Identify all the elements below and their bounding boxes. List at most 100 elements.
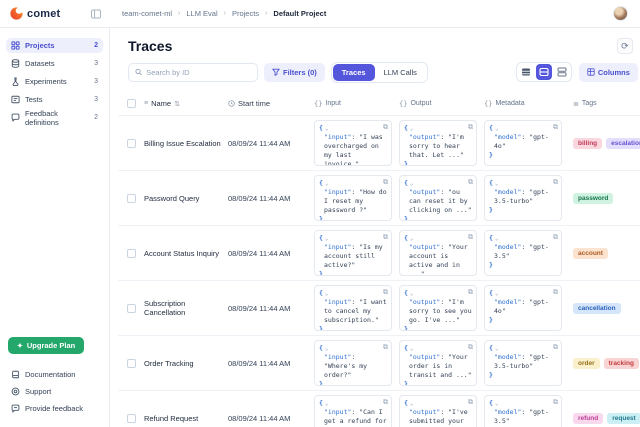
copy-icon[interactable]: ⧉: [468, 288, 473, 297]
expand-chevron-icon[interactable]: ⌄: [410, 345, 414, 352]
expand-chevron-icon[interactable]: ⌄: [495, 235, 499, 242]
output-json-preview[interactable]: ⧉ {⌄ "output""I'm sorry to hear that. Le…: [399, 120, 477, 166]
table-row[interactable]: Refund Request 08/09/24 11:44 AM ⧉ {⌄ "i…: [118, 391, 640, 427]
sort-icon[interactable]: ⇅: [174, 100, 180, 108]
tab-traces[interactable]: Traces: [333, 64, 375, 81]
filters-button[interactable]: Filters (0): [264, 63, 325, 82]
column-header-name[interactable]: ≡ Name ⇅: [144, 99, 228, 108]
expand-chevron-icon[interactable]: ⌄: [325, 290, 329, 297]
tag-chip[interactable]: billing: [573, 138, 602, 149]
input-json-preview[interactable]: ⧉ {⌄ "input""How do I reset my password …: [314, 175, 392, 221]
column-header-metadata[interactable]: {} Metadata: [484, 100, 569, 108]
search-input[interactable]: [146, 68, 251, 77]
input-json-preview[interactable]: ⧉ {⌄ "input""Is my account still active?…: [314, 230, 392, 276]
tag-chip[interactable]: order: [573, 358, 600, 369]
output-json-preview[interactable]: ⧉ {⌄ "output""Your account is active and…: [399, 230, 477, 276]
expand-chevron-icon[interactable]: ⌄: [495, 400, 499, 407]
user-avatar[interactable]: [613, 6, 628, 21]
expand-chevron-icon[interactable]: ⌄: [325, 235, 329, 242]
column-header-output[interactable]: {} Output: [399, 100, 484, 108]
row-checkbox[interactable]: [127, 359, 136, 368]
output-json-preview[interactable]: ⧉ {⌄ "output""ou can reset it by clickin…: [399, 175, 477, 221]
sidebar-item-support[interactable]: Support: [6, 383, 103, 400]
expand-chevron-icon[interactable]: ⌄: [410, 180, 414, 187]
metadata-json-preview[interactable]: ⧉ {⌄ "model""gpt-3.5-turbo" }: [484, 175, 562, 221]
metadata-json-preview[interactable]: ⧉ {⌄ "model""gpt-3.5-turbo" }: [484, 340, 562, 386]
table-row[interactable]: Account Status Inquiry 08/09/24 11:44 AM…: [118, 226, 640, 281]
copy-icon[interactable]: ⧉: [553, 288, 558, 297]
copy-icon[interactable]: ⧉: [383, 123, 388, 132]
output-json-preview[interactable]: ⧉ {⌄ "output""Your order is in transit a…: [399, 340, 477, 386]
copy-icon[interactable]: ⧉: [383, 288, 388, 297]
row-checkbox[interactable]: [127, 194, 136, 203]
table-row[interactable]: Subscription Cancellation 08/09/24 11:44…: [118, 281, 640, 336]
tag-chip[interactable]: escalation: [606, 138, 640, 149]
copy-icon[interactable]: ⧉: [383, 398, 388, 407]
column-header-tags[interactable]: ≣ Tags: [569, 100, 640, 108]
breadcrumb-llm-eval[interactable]: LLM Eval: [186, 9, 217, 18]
tag-chip[interactable]: password: [573, 193, 613, 204]
upgrade-plan-button[interactable]: ✦ Upgrade Plan: [8, 337, 84, 354]
row-checkbox[interactable]: [127, 249, 136, 258]
row-checkbox[interactable]: [127, 304, 136, 313]
sidebar-item-datasets[interactable]: Datasets 3: [6, 56, 103, 71]
copy-icon[interactable]: ⧉: [383, 233, 388, 242]
copy-icon[interactable]: ⧉: [468, 343, 473, 352]
sidebar-item-projects[interactable]: Projects 2: [6, 38, 103, 53]
row-height-large-icon[interactable]: [554, 64, 570, 80]
metadata-json-preview[interactable]: ⧉ {⌄ "model""gpt-4o" }: [484, 120, 562, 166]
sidebar-item-tests[interactable]: Tests 3: [6, 92, 103, 107]
tag-chip[interactable]: cancellation: [573, 303, 621, 314]
expand-chevron-icon[interactable]: ⌄: [495, 125, 499, 132]
copy-icon[interactable]: ⧉: [553, 178, 558, 187]
expand-chevron-icon[interactable]: ⌄: [410, 400, 414, 407]
columns-button[interactable]: Columns: [579, 63, 638, 82]
copy-icon[interactable]: ⧉: [468, 123, 473, 132]
copy-icon[interactable]: ⧉: [383, 178, 388, 187]
expand-chevron-icon[interactable]: ⌄: [325, 180, 329, 187]
expand-chevron-icon[interactable]: ⌄: [495, 180, 499, 187]
copy-icon[interactable]: ⧉: [468, 398, 473, 407]
expand-chevron-icon[interactable]: ⌄: [495, 345, 499, 352]
tag-chip[interactable]: refund: [573, 413, 603, 424]
column-header-input[interactable]: {} Input: [314, 100, 399, 108]
copy-icon[interactable]: ⧉: [553, 398, 558, 407]
sidebar-item-documentation[interactable]: Documentation: [6, 366, 103, 383]
tag-chip[interactable]: account: [573, 248, 608, 259]
metadata-json-preview[interactable]: ⧉ {⌄ "model""gpt-3.5" }: [484, 395, 562, 427]
copy-icon[interactable]: ⧉: [468, 178, 473, 187]
input-json-preview[interactable]: ⧉ {⌄ "input""Can I get a refund for my l…: [314, 395, 392, 427]
row-height-small-icon[interactable]: [518, 64, 534, 80]
table-row[interactable]: Password Query 08/09/24 11:44 AM ⧉ {⌄ "i…: [118, 171, 640, 226]
sidebar-item-experiments[interactable]: Experiments 3: [6, 74, 103, 89]
expand-chevron-icon[interactable]: ⌄: [325, 125, 329, 132]
sidebar-collapse-icon[interactable]: [90, 8, 101, 19]
row-height-medium-icon[interactable]: [536, 64, 552, 80]
metadata-json-preview[interactable]: ⧉ {⌄ "model""gpt-3.5" }: [484, 230, 562, 276]
row-checkbox[interactable]: [127, 414, 136, 423]
metadata-json-preview[interactable]: ⧉ {⌄ "model""gpt-4o" }: [484, 285, 562, 331]
table-row[interactable]: Billing Issue Escalation 08/09/24 11:44 …: [118, 116, 640, 171]
input-json-preview[interactable]: ⧉ {⌄ "input""Where's my order?" }: [314, 340, 392, 386]
refresh-button[interactable]: ⟳: [617, 38, 633, 54]
row-checkbox[interactable]: [127, 139, 136, 148]
expand-chevron-icon[interactable]: ⌄: [325, 345, 329, 352]
comet-logo[interactable]: comet: [10, 7, 60, 20]
copy-icon[interactable]: ⧉: [468, 233, 473, 242]
tag-chip[interactable]: tracking: [604, 358, 639, 369]
column-header-start-time[interactable]: Start time: [228, 99, 314, 108]
expand-chevron-icon[interactable]: ⌄: [410, 235, 414, 242]
expand-chevron-icon[interactable]: ⌄: [495, 290, 499, 297]
input-json-preview[interactable]: ⧉ {⌄ "input""I want to cancel my subscri…: [314, 285, 392, 331]
sidebar-item-provide-feedback[interactable]: Provide feedback: [6, 400, 103, 417]
select-all-checkbox[interactable]: [127, 99, 136, 108]
breadcrumb-workspace[interactable]: team-comet-ml: [122, 9, 172, 18]
tag-chip[interactable]: request: [607, 413, 640, 424]
copy-icon[interactable]: ⧉: [553, 233, 558, 242]
output-json-preview[interactable]: ⧉ {⌄ "output""I'm sorry to see you go. I…: [399, 285, 477, 331]
output-json-preview[interactable]: ⧉ {⌄ "output""I've submitted your refund…: [399, 395, 477, 427]
copy-icon[interactable]: ⧉: [553, 123, 558, 132]
sidebar-item-feedback-definitions[interactable]: Feedback definitions 2: [6, 110, 103, 125]
input-json-preview[interactable]: ⧉ {⌄ "input""I was overcharged on my las…: [314, 120, 392, 166]
expand-chevron-icon[interactable]: ⌄: [410, 290, 414, 297]
